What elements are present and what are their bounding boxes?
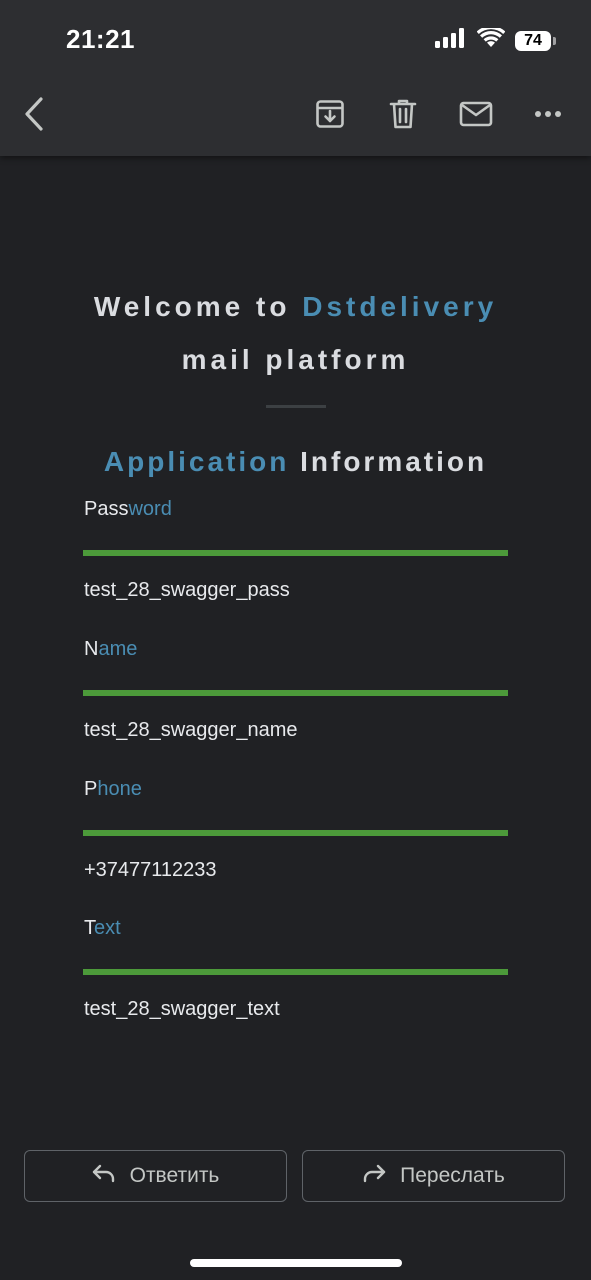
brand-name: Dstdelivery	[302, 291, 498, 322]
reply-icon	[92, 1163, 116, 1189]
label-tail: ext	[94, 917, 121, 939]
field-separator	[83, 690, 508, 696]
welcome-heading-line2: mail platform	[181, 344, 410, 375]
field-value-phone: +37477112233	[84, 859, 217, 881]
label-head: Pass	[84, 498, 129, 520]
more-horizontal-icon	[534, 110, 562, 118]
delete-button[interactable]	[381, 92, 425, 136]
more-options-button[interactable]	[526, 92, 570, 136]
welcome-heading-line1: Welcome to Dstdelivery	[0, 291, 591, 323]
section-title: Application Information	[0, 446, 591, 478]
archive-button[interactable]	[308, 92, 352, 136]
top-app-bar: 21:21 74	[0, 0, 591, 156]
reply-button[interactable]: Ответить	[24, 1150, 287, 1202]
label-tail: ame	[98, 638, 138, 660]
label-head: P	[84, 778, 98, 800]
field-label-name: Name	[84, 638, 137, 661]
status-icons: 74	[435, 25, 556, 53]
welcome-prefix: Welcome to	[93, 291, 303, 322]
heading-divider	[266, 405, 326, 408]
field-value-name: test_28_swagger_name	[84, 719, 298, 741]
mark-unread-button[interactable]	[454, 92, 498, 136]
wifi-icon	[476, 25, 506, 53]
field-separator	[83, 550, 508, 556]
chevron-left-icon	[22, 96, 46, 132]
field-label-phone: Phone	[84, 778, 142, 801]
forward-button[interactable]: Переслать	[302, 1150, 565, 1202]
field-separator	[83, 969, 508, 975]
field-label-password: Password	[84, 498, 172, 521]
trash-icon	[389, 98, 417, 130]
section-title-accent: Application	[103, 446, 290, 477]
field-label-text: Text	[84, 917, 121, 940]
field-separator	[83, 830, 508, 836]
forward-label: Переслать	[400, 1164, 505, 1187]
cellular-signal-icon	[435, 28, 467, 53]
field-value-password: test_28_swagger_pass	[84, 579, 290, 601]
forward-icon	[362, 1163, 386, 1189]
email-screen: 21:21 74 Welcome to Dstdelivery mail pla…	[0, 0, 591, 1280]
reply-label: Ответить	[129, 1164, 220, 1187]
label-tail: hone	[97, 778, 142, 800]
archive-icon	[315, 99, 345, 129]
back-button[interactable]	[12, 92, 56, 136]
section-title-rest: Information	[289, 446, 488, 477]
battery-indicator: 74	[515, 30, 556, 51]
label-head: N	[84, 638, 99, 660]
label-head: T	[84, 917, 94, 939]
mail-icon	[459, 101, 493, 127]
label-tail: word	[128, 498, 172, 520]
field-value-text: test_28_swagger_text	[84, 998, 280, 1020]
status-time: 21:21	[66, 24, 135, 54]
home-indicator[interactable]	[190, 1259, 402, 1267]
